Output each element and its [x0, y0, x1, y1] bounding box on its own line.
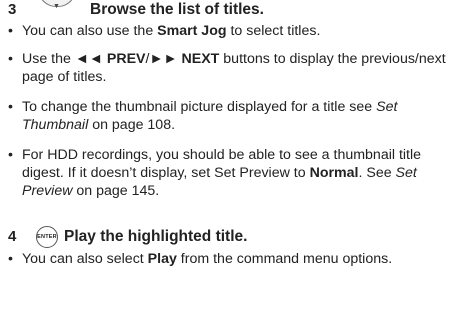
list-item: • Use the ◄◄ PREV/►► NEXT buttons to dis… — [8, 51, 446, 85]
bullet: • — [8, 51, 13, 67]
list-item: • You can also use the Smart Jog to sele… — [8, 23, 321, 39]
list-item: • To change the thumbnail picture displa… — [8, 99, 398, 133]
bullet: • — [8, 99, 13, 115]
step-title: Browse the list of titles. — [90, 1, 264, 18]
step-number: 4 — [8, 228, 17, 245]
list-item: • For HDD recordings, you should be able… — [8, 147, 422, 199]
bullet: • — [8, 147, 13, 163]
enter-button-icon: ENTER — [36, 226, 58, 248]
bullet: • — [8, 251, 13, 267]
bullet: • — [8, 23, 13, 39]
next-icon: ►► — [149, 51, 178, 67]
down-arrow-icon: ▼ — [53, 3, 60, 10]
step-title: Play the highlighted title. — [64, 228, 248, 245]
prev-icon: ◄◄ — [74, 51, 103, 67]
step-number: 3 — [8, 1, 17, 18]
list-item: • You can also select Play from the comm… — [8, 251, 393, 267]
